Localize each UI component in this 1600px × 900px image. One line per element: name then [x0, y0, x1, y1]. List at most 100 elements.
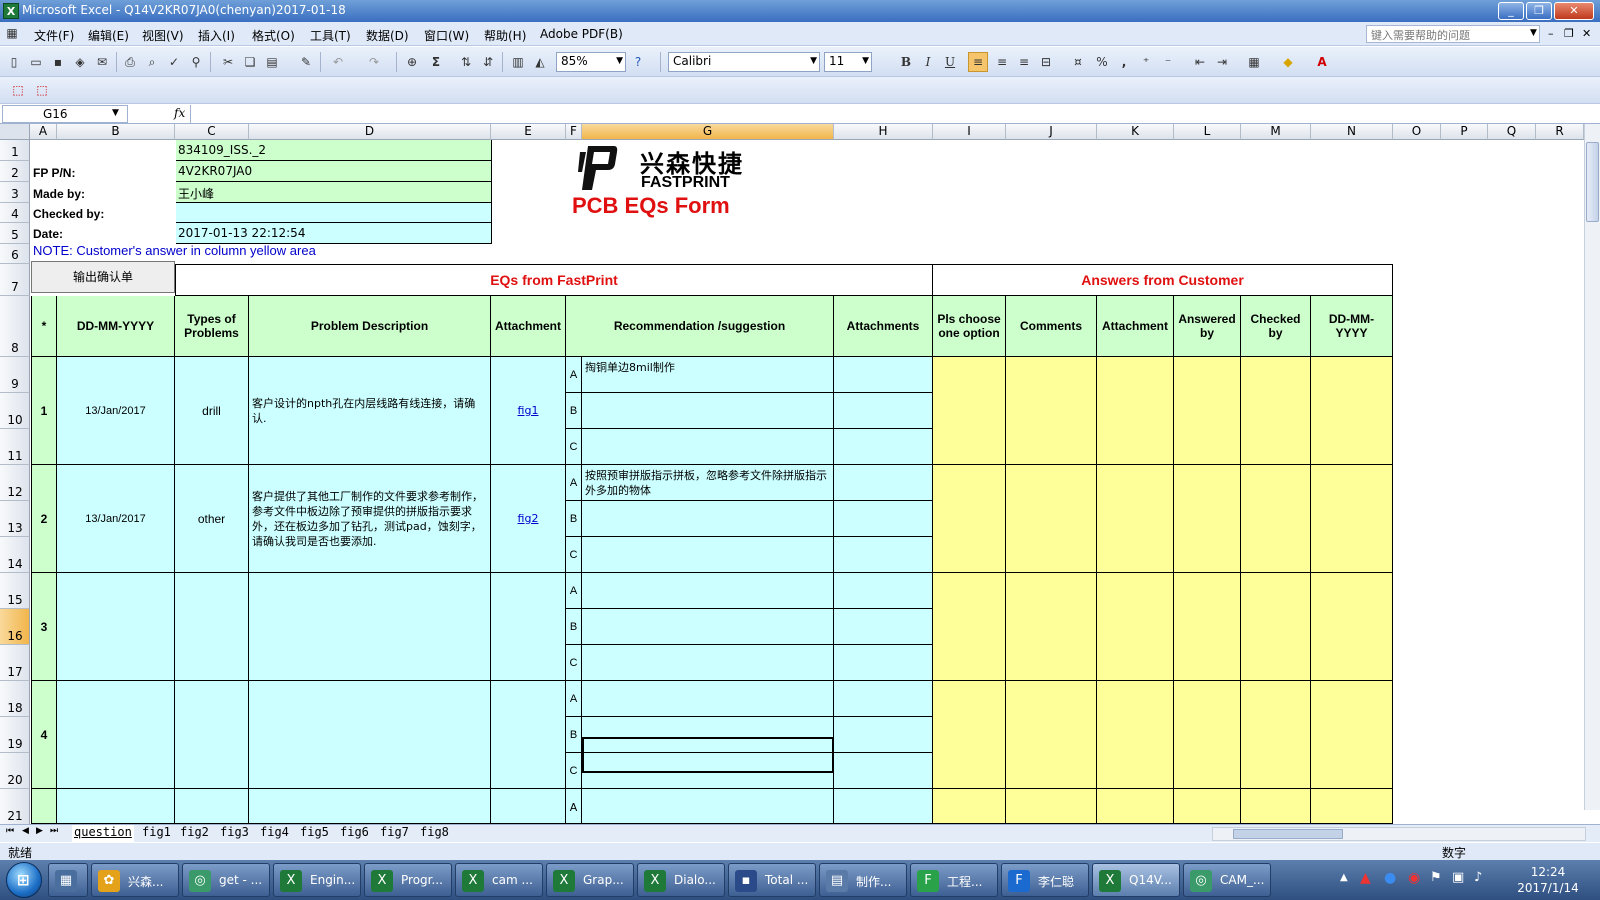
cell-date[interactable]: 2017-01-13 22:12:54 [176, 223, 492, 244]
merge-center-icon[interactable]: ⊟ [1038, 54, 1054, 70]
eq-3-option-c-attachments-cell[interactable] [834, 645, 933, 681]
eq-3-answer-checked-by-cell[interactable] [1241, 573, 1311, 681]
eq-5-answer-cell-2[interactable] [1097, 789, 1174, 824]
eq-2-answer-checked-by-cell[interactable] [1241, 465, 1311, 573]
percent-button[interactable]: % [1094, 54, 1110, 70]
align-right-icon[interactable]: ≡ [1016, 54, 1032, 70]
save-icon[interactable]: ▪ [50, 54, 66, 70]
hyperlink-icon[interactable]: ⊕ [404, 54, 420, 70]
eq-2-option-b-attachments-cell[interactable] [834, 501, 933, 537]
print-preview-icon[interactable]: ⌕ [144, 54, 160, 70]
function-icon[interactable]: fx [174, 106, 185, 120]
row-header-1[interactable]: 1 [0, 140, 30, 161]
sheet-tab-question[interactable]: question [72, 825, 134, 842]
row-header-8[interactable]: 8 [0, 296, 30, 357]
italic-button[interactable]: I [920, 54, 936, 70]
eq-4-answer-comments-cell[interactable] [1006, 681, 1097, 789]
formula-input[interactable] [190, 105, 1596, 123]
row-header-17[interactable]: 17 [0, 645, 30, 681]
cell-c1[interactable]: 834109_ISS._2 [176, 140, 492, 161]
eq-1-description-cell[interactable]: 客户设计的npth孔在内层线路有线连接，请确认. [249, 357, 491, 465]
zoom-select[interactable]: 85% ▼ [556, 52, 626, 72]
eq-3-option-c-text-cell[interactable] [582, 645, 834, 681]
column-header-l[interactable]: L [1174, 124, 1241, 140]
eq-4-answer-answered-by-cell[interactable] [1174, 681, 1241, 789]
sheet-tab-fig8[interactable]: fig8 [418, 825, 451, 842]
eq-2-option-c-attachments-cell[interactable] [834, 537, 933, 573]
eq-2-answer-choose-cell[interactable] [933, 465, 1006, 573]
row-header-19[interactable]: 19 [0, 717, 30, 753]
taskbar-item-14[interactable]: ◎ CAM_... [1183, 863, 1271, 897]
bold-button[interactable]: B [898, 54, 914, 70]
taskbar-item-11[interactable]: F 工程... [910, 863, 998, 897]
eq-1-answer-date-cell[interactable] [1311, 357, 1393, 465]
eq-4-date-cell[interactable] [57, 681, 175, 789]
doc-close-button[interactable]: ✕ [1582, 27, 1591, 40]
eq-1-option-b-text-cell[interactable] [582, 393, 834, 429]
column-header-o[interactable]: O [1393, 124, 1441, 140]
row-header-5[interactable]: 5 [0, 223, 30, 244]
eq-4-attachment-cell[interactable] [491, 681, 566, 789]
menu-file[interactable]: 文件(F) [34, 27, 74, 44]
email-icon[interactable]: ✉ [94, 54, 110, 70]
eq-4-no-cell[interactable]: 4 [31, 681, 57, 789]
eq-2-answer-date-cell[interactable] [1311, 465, 1393, 573]
eq-4-option-b-attachments-cell[interactable] [834, 717, 933, 753]
column-header-e[interactable]: E [491, 124, 566, 140]
eq-1-answer-checked-by-cell[interactable] [1241, 357, 1311, 465]
paste-icon[interactable]: ▤ [264, 54, 280, 70]
menu-insert[interactable]: 插入(I) [198, 27, 235, 44]
name-box[interactable]: G16 [2, 105, 128, 123]
eq-2-answer-comments-cell[interactable] [1006, 465, 1097, 573]
eq-4-description-cell[interactable] [249, 681, 491, 789]
sheet-tab-fig2[interactable]: fig2 [178, 825, 211, 842]
menu-adobe-pdf[interactable]: Adobe PDF(B) [540, 27, 623, 41]
eq-5-answer-cell-3[interactable] [1174, 789, 1241, 824]
row-header-4[interactable]: 4 [0, 203, 30, 223]
next-sheet-icon[interactable]: ▶ [36, 826, 43, 836]
eq-2-date-cell[interactable]: 13/Jan/2017 [57, 465, 175, 573]
vertical-scrollbar[interactable] [1584, 124, 1600, 810]
help-icon[interactable]: ? [630, 54, 646, 70]
doc-restore-button[interactable]: ❐ [1564, 27, 1574, 40]
eq-4-option-c-attachments-cell[interactable] [834, 753, 933, 789]
column-header-m[interactable]: M [1241, 124, 1311, 140]
row-header-2[interactable]: 2 [0, 161, 30, 182]
cell-fp-pn[interactable]: 4V2KR07JA0 [176, 161, 492, 182]
menu-view[interactable]: 视图(V) [142, 27, 184, 44]
eq-5-type-cell[interactable] [175, 789, 249, 824]
eq-5-answer-cell-0[interactable] [933, 789, 1006, 824]
eq-1-attachment-cell[interactable]: fig1 [491, 357, 566, 465]
undo-icon[interactable]: ↶ [330, 54, 346, 70]
eq-2-answer-answered-by-cell[interactable] [1174, 465, 1241, 573]
row-header-7[interactable]: 7 [0, 264, 30, 296]
eq-3-type-cell[interactable] [175, 573, 249, 681]
eq-1-answer-comments-cell[interactable] [1006, 357, 1097, 465]
eq-5-option-a-attachments-cell[interactable] [834, 789, 933, 824]
taskbar-item-9[interactable]: ▪ Total ... [728, 863, 816, 897]
increase-indent-icon[interactable]: ⇥ [1214, 54, 1230, 70]
eq-3-option-a-attachments-cell[interactable] [834, 573, 933, 609]
underline-button[interactable]: U [942, 54, 958, 70]
column-header-n[interactable]: N [1311, 124, 1393, 140]
eq-4-answer-date-cell[interactable] [1311, 681, 1393, 789]
eq-1-answer-answered-by-cell[interactable] [1174, 357, 1241, 465]
new-file-icon[interactable]: ▯ [6, 54, 22, 70]
menu-window[interactable]: 窗口(W) [424, 27, 469, 44]
menu-tools[interactable]: 工具(T) [310, 27, 351, 44]
pdf-convert-icon[interactable]: ⬚ [10, 82, 26, 98]
taskbar-item-2[interactable]: ✿ 兴森... [91, 863, 179, 897]
eq-4-option-a-attachments-cell[interactable] [834, 681, 933, 717]
eq-3-no-cell[interactable]: 3 [31, 573, 57, 681]
row-header-20[interactable]: 20 [0, 753, 30, 789]
eq-1-option-c-attachments-cell[interactable] [834, 429, 933, 465]
eq-2-option-a-attachments-cell[interactable] [834, 465, 933, 501]
eq-1-option-c-text-cell[interactable] [582, 429, 834, 465]
eq-1-attachment-link[interactable]: fig1 [491, 357, 565, 464]
sheet-tab-fig7[interactable]: fig7 [378, 825, 411, 842]
eq-2-answer-attachment-cell[interactable] [1097, 465, 1174, 573]
row-header-15[interactable]: 15 [0, 573, 30, 609]
redo-icon[interactable]: ↷ [366, 54, 382, 70]
eq-4-type-cell[interactable] [175, 681, 249, 789]
column-header-f[interactable]: F [566, 124, 582, 140]
